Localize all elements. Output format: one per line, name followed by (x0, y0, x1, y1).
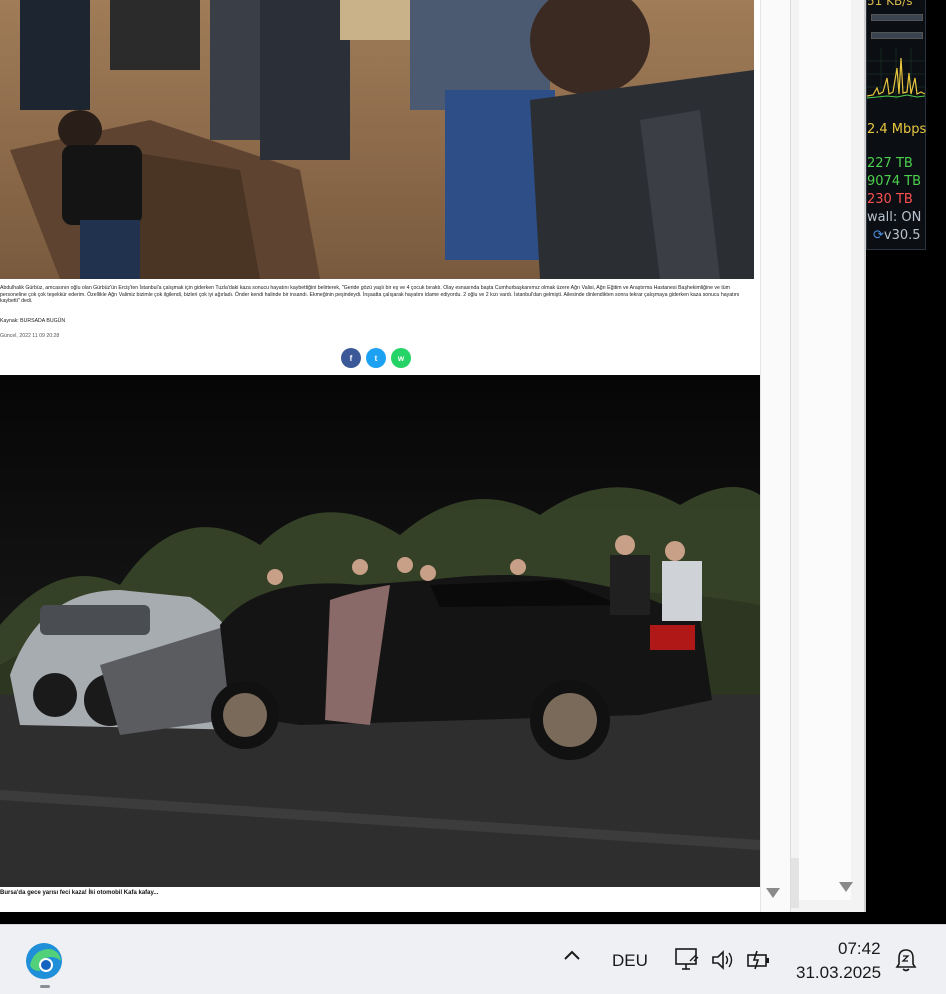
notifications-snooze-icon[interactable] (894, 947, 918, 978)
scroll-down-arrow-icon[interactable] (766, 888, 780, 898)
netmon-total-1: 227 TB (867, 156, 913, 171)
battery-charging-icon[interactable] (746, 949, 772, 976)
edge-browser-icon[interactable] (24, 941, 64, 981)
netmon-total-2: 9074 TB (867, 174, 922, 189)
input-language-indicator[interactable]: DEU (612, 951, 648, 971)
netmon-version: ⟳v30.5 (873, 228, 921, 243)
netmon-bar-1 (871, 14, 923, 21)
netmon-bar-2 (871, 32, 923, 39)
browser-window: Abdulhalik Gürbüz, amcasının oğlu olan G… (0, 0, 790, 912)
side-scrollbar-thumb[interactable] (791, 858, 799, 908)
netmon-total-3: 230 TB (867, 192, 913, 207)
netmon-speed-top: 51 KB/s (867, 0, 913, 8)
screen: Abdulhalik Gürbüz, amcasının oğlu olan G… (0, 0, 946, 994)
article-date: Güncel, 2022 11 09 20:28 (0, 333, 60, 339)
network-monitor-widget: 51 KB/s 2.4 Mbps 227 TB 9074 TB 230 TB w… (866, 0, 926, 250)
facebook-share-button[interactable]: f (341, 348, 361, 368)
page-scrollbar[interactable] (760, 0, 790, 912)
article-source: Kaynak: BURSADA BUGÜN (0, 318, 66, 324)
clock-time[interactable]: 07:42 (838, 939, 881, 959)
volume-icon[interactable] (710, 949, 736, 976)
netmon-firewall-status: wall: ON (867, 210, 922, 225)
crash-photo[interactable] (0, 375, 760, 887)
photo-caption[interactable]: Bursa'da gece yarısı feci kaza! İki otom… (0, 890, 158, 896)
whatsapp-share-button[interactable]: w (391, 348, 411, 368)
news-page: Abdulhalik Gürbüz, amcasının oğlu olan G… (0, 0, 760, 912)
side-window (790, 0, 866, 912)
side-scroll-down-arrow-icon[interactable] (839, 882, 853, 892)
article-body: Abdulhalik Gürbüz, amcasının oğlu olan G… (0, 285, 740, 304)
clock-date[interactable]: 31.03.2025 (796, 963, 881, 983)
taskbar: DEU 07:42 31.03.2025 (0, 924, 946, 994)
netmon-graph (867, 48, 925, 100)
refresh-icon[interactable]: ⟳ (873, 228, 884, 243)
funeral-photo (0, 0, 754, 279)
netmon-speed: 2.4 Mbps (867, 122, 927, 137)
network-icon[interactable] (674, 947, 700, 978)
twitter-share-button[interactable]: t (366, 348, 386, 368)
show-hidden-icons-chevron-icon[interactable] (562, 947, 582, 967)
share-buttons: f t w (341, 348, 411, 368)
side-window-content (799, 0, 851, 900)
active-app-indicator (40, 985, 50, 988)
